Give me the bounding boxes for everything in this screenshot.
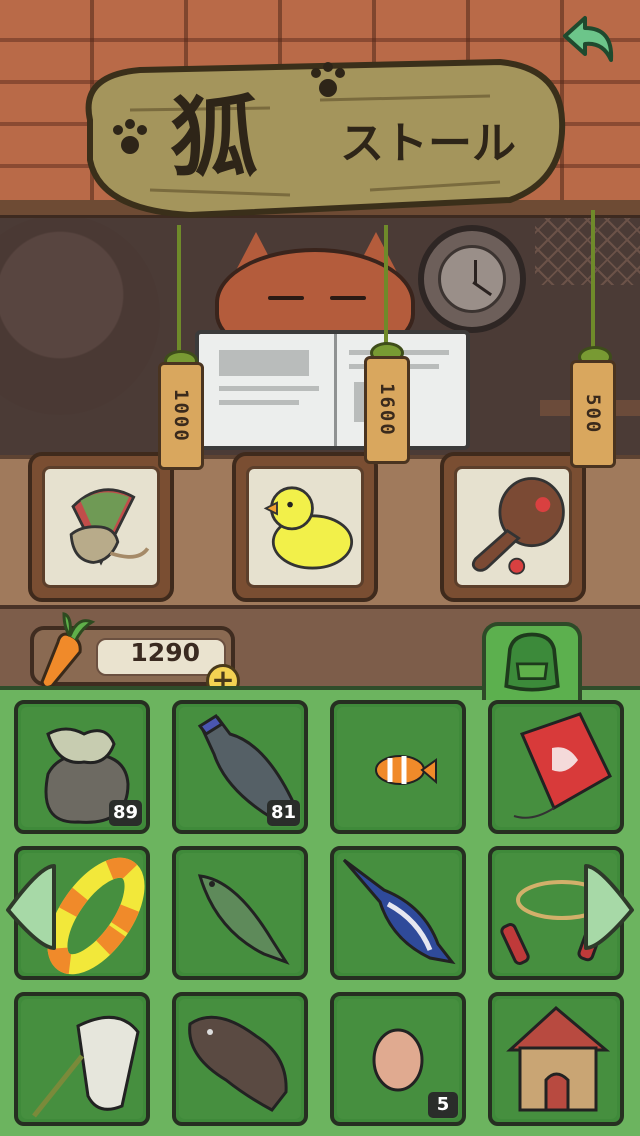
page-left-arrow-icon[interactable] [0,862,58,952]
price-label: 1600 [376,383,398,437]
rubber-duck-icon [263,486,354,570]
inventory-slot[interactable] [172,846,308,980]
game-screen: 狐 ストール 1000 1600 500 1290 + 89 81 5 [0,0,640,1136]
clownfish-icon [375,755,437,785]
carrot-count: 1290 [130,638,200,667]
tag-string [591,210,595,360]
shop-slot-1[interactable] [28,452,174,602]
cod-fish-icon [197,874,290,965]
paddle-ball-icon [471,477,565,575]
inventory-slot[interactable] [488,992,624,1126]
wall-clock-icon [418,225,526,333]
item-count: 81 [266,800,300,826]
inventory-slot[interactable]: 5 [330,992,466,1126]
kite-icon [513,712,612,819]
item-count: 5 [428,1092,458,1118]
carrot-icon [40,612,96,689]
backpack-icon [504,632,560,692]
sign-kanji: 狐 [170,85,258,189]
shop-slot-2[interactable] [232,452,378,602]
tag-string [177,225,181,365]
back-arrow-icon[interactable] [555,14,619,74]
swordfish-icon [342,858,456,965]
inventory-slot[interactable] [330,700,466,834]
fox-eye-right [330,296,366,300]
bag-tab[interactable] [482,622,582,700]
flounder-icon [188,1015,288,1112]
shop-slot-3[interactable] [440,452,586,602]
inventory-slot[interactable] [14,992,150,1126]
price-tag-1: 1000 [158,362,204,470]
inventory-slot[interactable] [488,700,624,834]
price-label: 500 [582,393,604,435]
sign-title: ストール [340,118,516,169]
newspaper [195,330,470,450]
tag-string [384,225,388,355]
inventory-slot[interactable]: 89 [14,700,150,834]
price-tag-2: 1600 [364,356,410,464]
inventory-slot[interactable]: 81 [172,700,308,834]
inventory-slot[interactable] [330,846,466,980]
price-tag-3: 500 [570,360,616,468]
inventory-slot[interactable] [172,992,308,1126]
fishing-net-icon [32,1015,140,1118]
doghouse-icon [506,1006,611,1112]
fox-eye-left [268,296,304,300]
price-label: 1000 [170,389,192,443]
item-count: 89 [108,800,142,826]
spinning-top-icon [69,488,150,566]
page-right-arrow-icon[interactable] [582,862,640,952]
shop-sign: 狐 ストール [85,58,566,219]
